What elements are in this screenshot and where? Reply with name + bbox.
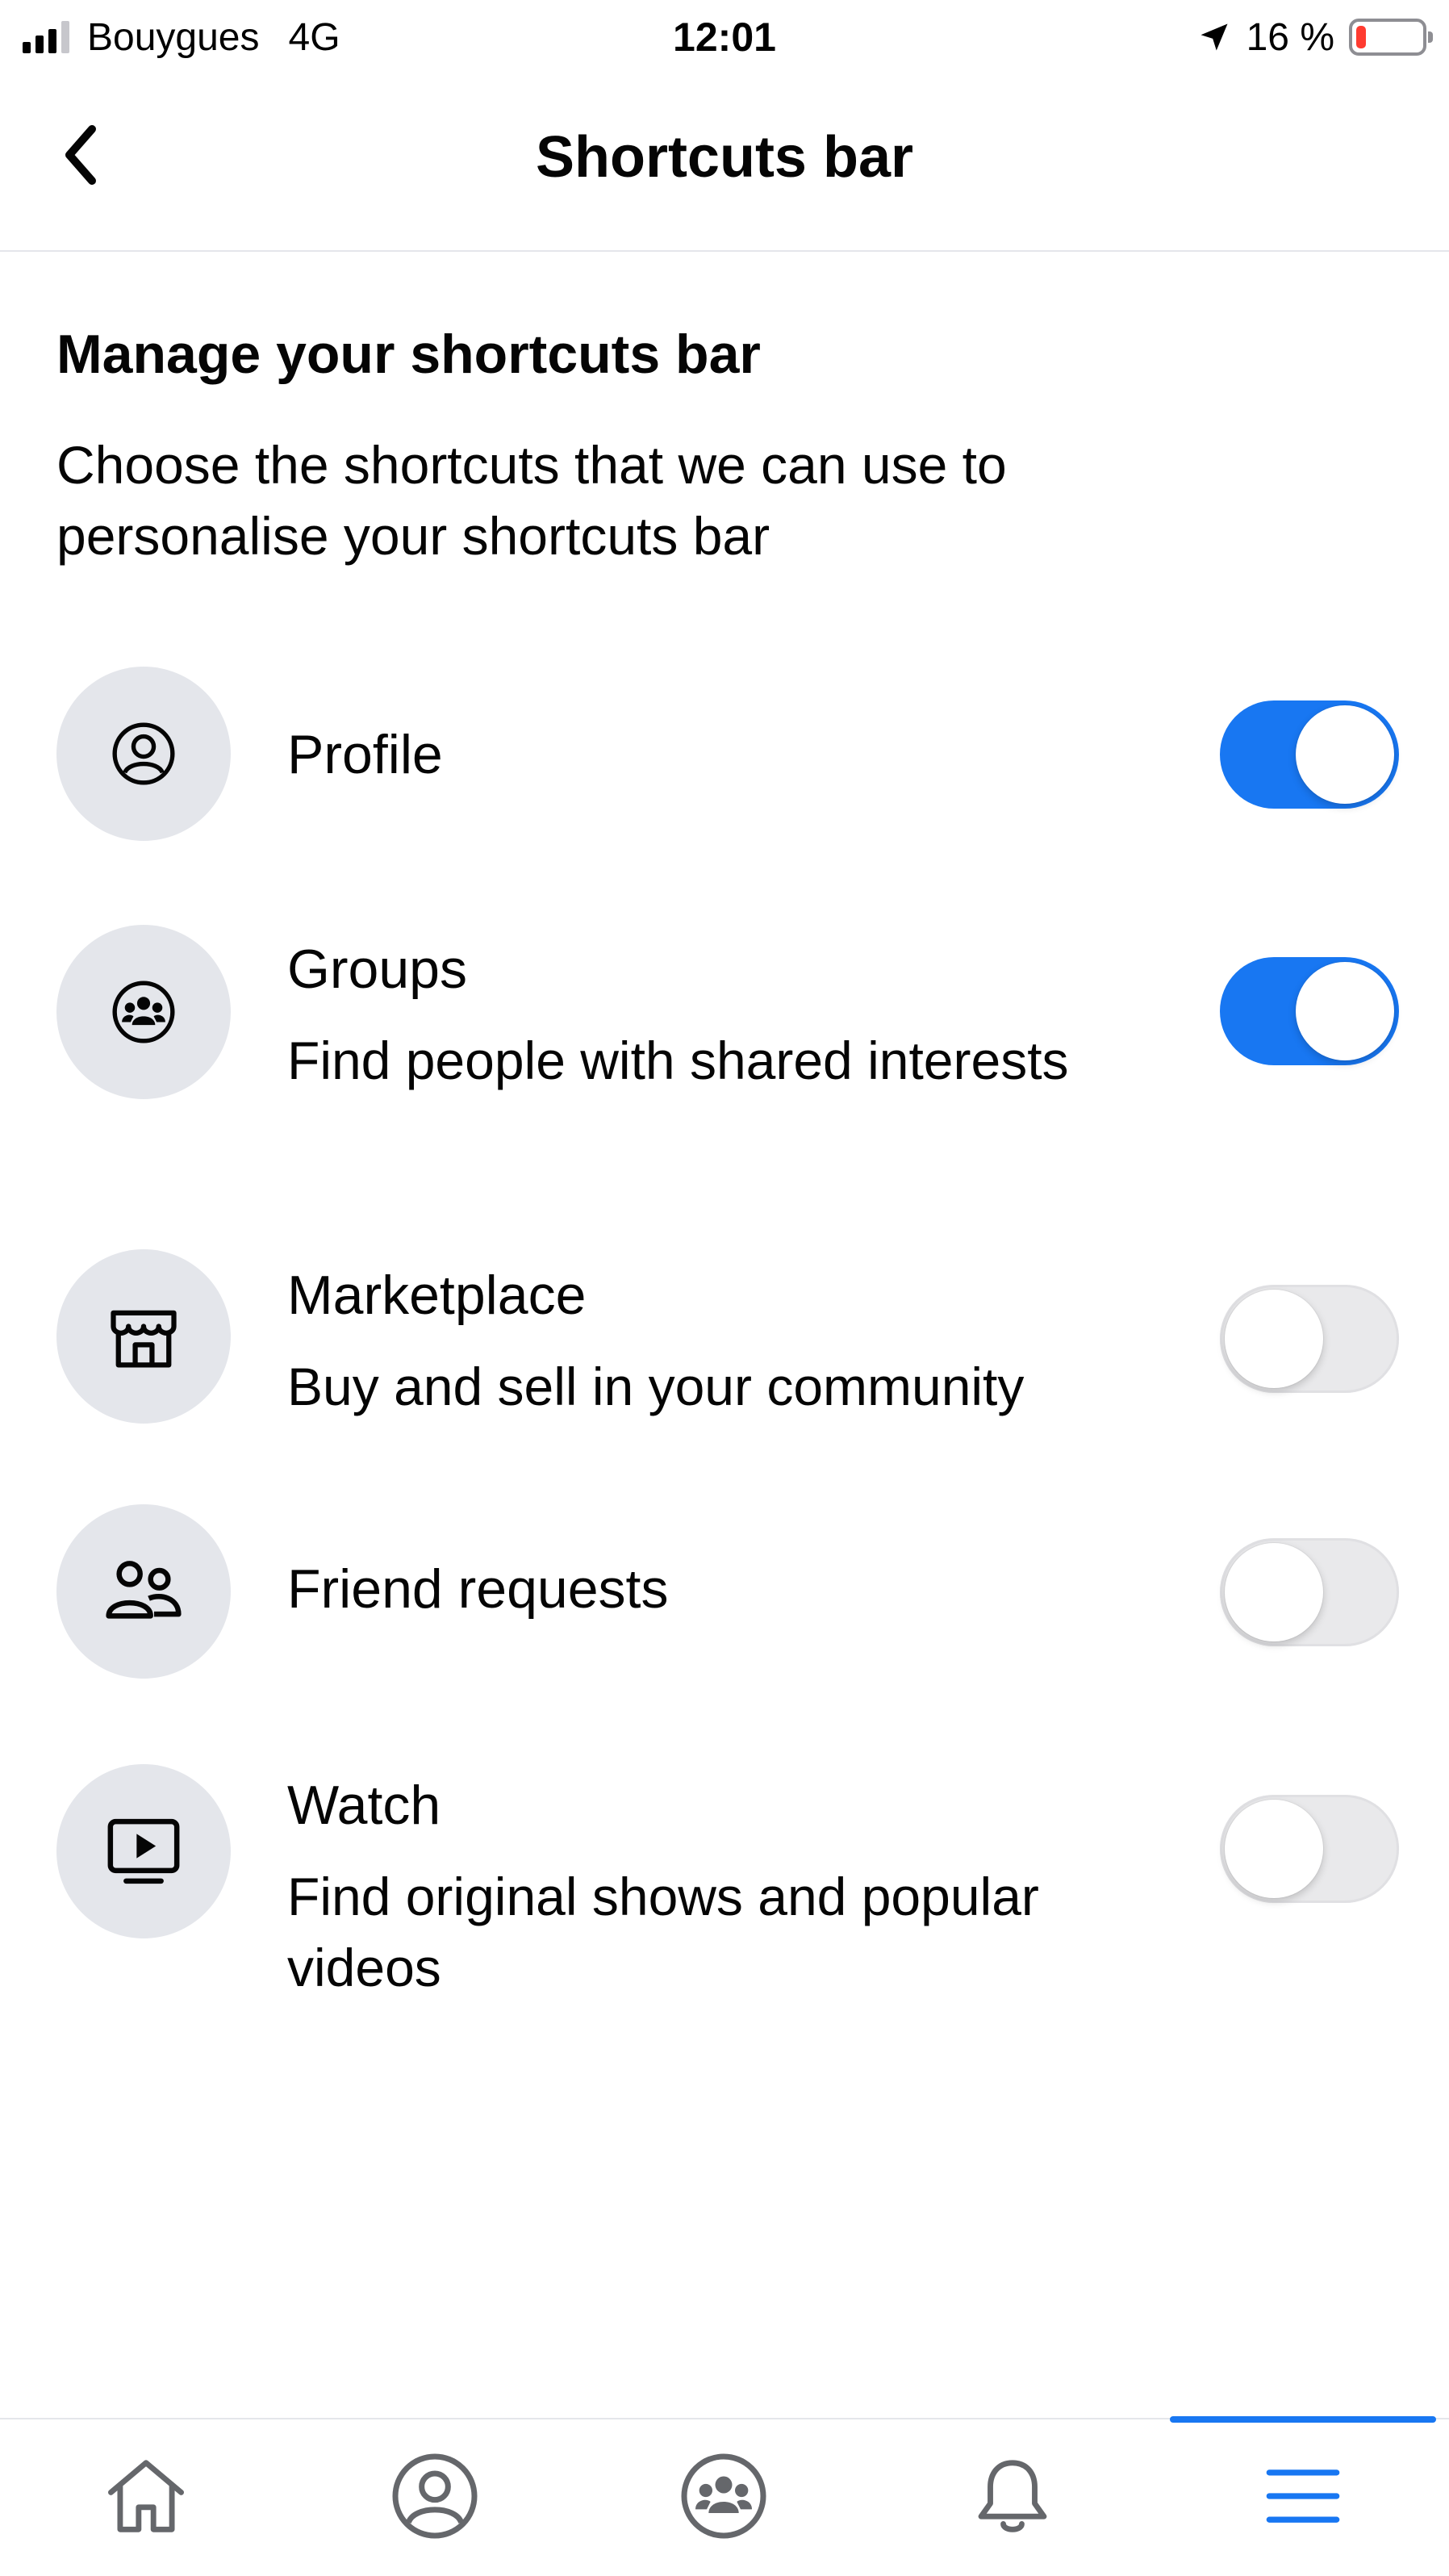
header: Shortcuts bar (0, 74, 1449, 252)
tab-profile[interactable] (382, 2444, 487, 2549)
profile-icon (112, 722, 175, 785)
groups-icon (681, 2453, 766, 2539)
battery-percent: 16 % (1246, 15, 1334, 59)
shortcut-icon-circle (56, 1249, 231, 1424)
shortcut-row-marketplace: Marketplace Buy and sell in your communi… (0, 1249, 1449, 1427)
toggle-knob (1225, 1800, 1323, 1898)
battery-fill (1356, 26, 1367, 48)
shortcut-row-profile: Profile (0, 667, 1449, 844)
home-icon (108, 2460, 184, 2532)
tab-menu[interactable] (1251, 2444, 1355, 2549)
toggle-knob (1225, 1543, 1323, 1641)
shortcut-label: Groups (287, 939, 467, 1000)
tab-notifications[interactable] (960, 2444, 1065, 2549)
toggle-knob (1296, 705, 1394, 804)
marketplace-icon (111, 1310, 177, 1368)
network-type: 4G (288, 15, 340, 59)
shortcut-icon-circle (56, 667, 231, 841)
battery-icon (1349, 19, 1433, 56)
signal-icon (23, 21, 69, 53)
shortcut-label: Watch (287, 1775, 441, 1836)
tab-groups[interactable] (671, 2444, 776, 2549)
toggle-knob (1296, 962, 1394, 1060)
shortcut-row-watch: Watch Find original shows and popular vi… (0, 1764, 1449, 2006)
page-title: Shortcuts bar (535, 125, 914, 190)
friends-icon (106, 1561, 182, 1619)
shortcut-icon-circle (56, 1504, 231, 1679)
section-description: Choose the shortcuts that we can use to … (56, 435, 1007, 566)
bottom-tab-bar (0, 2416, 1449, 2576)
shortcut-icon-circle (56, 1764, 231, 1938)
location-arrow-icon (1201, 23, 1228, 51)
shortcut-row-groups: Groups Find people with shared interests (0, 925, 1449, 1167)
shortcut-subtitle: Find original shows and popular videos (287, 1867, 1039, 1997)
shortcut-subtitle: Buy and sell in your community (287, 1357, 1025, 1416)
shortcut-icon-circle (56, 925, 231, 1099)
toggle-groups[interactable] (1220, 957, 1399, 1065)
shortcut-subtitle: Find people with shared interests (287, 1031, 1069, 1090)
toggle-knob (1225, 1290, 1323, 1388)
menu-icon (1266, 2469, 1340, 2523)
shortcut-label: Profile (287, 724, 443, 785)
shortcut-label: Marketplace (287, 1265, 587, 1326)
shortcut-label: Friend requests (287, 1558, 669, 1620)
toggle-profile[interactable] (1220, 700, 1399, 809)
section-title: Manage your shortcuts bar (56, 324, 761, 385)
watch-icon (107, 1818, 180, 1884)
shortcut-row-friend-requests: Friend requests (0, 1504, 1449, 1682)
groups-icon (112, 981, 175, 1043)
toggle-friend-requests[interactable] (1220, 1538, 1399, 1646)
status-right: 16 % (1196, 15, 1433, 60)
carrier-name: Bouygues (87, 15, 260, 59)
tab-home[interactable] (94, 2444, 198, 2549)
bell-icon (978, 2460, 1047, 2532)
status-bar: Bouygues 4G 12:01 16 % (0, 0, 1449, 74)
profile-icon (392, 2453, 478, 2539)
screen: Bouygues 4G 12:01 16 % Shortcuts bar Man… (0, 0, 1449, 2576)
toggle-marketplace[interactable] (1220, 1285, 1399, 1393)
toggle-watch[interactable] (1220, 1795, 1399, 1903)
status-left: Bouygues 4G (23, 15, 340, 60)
active-tab-indicator (1170, 2416, 1436, 2423)
